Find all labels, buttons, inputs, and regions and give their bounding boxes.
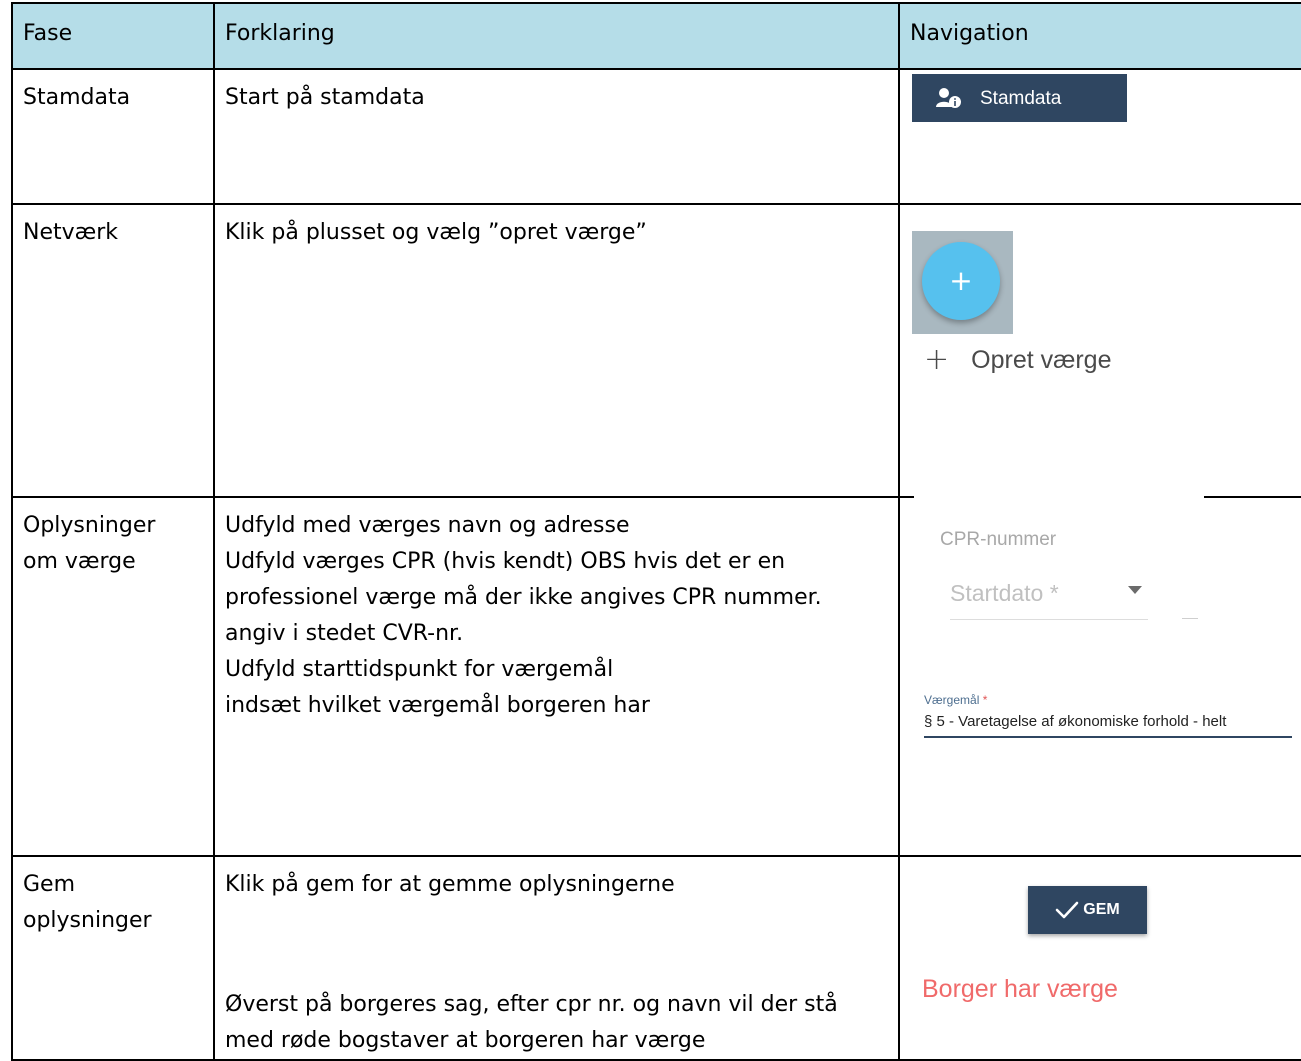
gem-button-label: GEM xyxy=(1083,901,1120,918)
table-row: Gem oplysninger Klik på gem for at gemme… xyxy=(11,855,1301,1061)
fase-line: Oplysninger xyxy=(23,513,156,538)
fase-cell: Netværk xyxy=(11,203,215,498)
check-icon xyxy=(1055,901,1079,919)
header-forklaring: Forklaring xyxy=(213,2,900,70)
required-marker: * xyxy=(982,693,988,707)
forklaring-line: Udfyld med værges navn og adresse xyxy=(225,513,630,538)
navigation-cell: GEM Borger har værge xyxy=(898,855,1301,1061)
forklaring-line: med røde bogstaver at borgeren har værge xyxy=(225,1028,706,1053)
forklaring-line: professionel værge må der ikke angives C… xyxy=(225,585,822,610)
startdato-placeholder: Startdato * xyxy=(950,580,1059,606)
forklaring-line: indsæt hvilket værgemål borgeren har xyxy=(225,693,650,718)
fab-screenshot: + xyxy=(912,231,1013,334)
person-info-icon xyxy=(936,88,961,108)
opret-vaerge-menu-item[interactable]: + Opret værge xyxy=(924,345,1111,375)
stamdata-button-label: Stamdata xyxy=(980,87,1062,109)
forklaring-line: Øverst på borgeres sag, efter cpr nr. og… xyxy=(225,992,838,1017)
chevron-down-icon xyxy=(1128,586,1142,594)
forklaring-line: Start på stamdata xyxy=(225,85,425,110)
fase-line: om værge xyxy=(23,549,136,574)
table-row: Netværk Klik på plusset og vælg ”opret v… xyxy=(11,203,1301,498)
forklaring-cell: Klik på gem for at gemme oplysningerne Ø… xyxy=(213,855,900,1061)
vaergemaal-label-text: Værgemål xyxy=(924,693,980,707)
guide-table: Fase Forklaring Navigation Stamdata Star… xyxy=(11,2,1301,1061)
fase-line: Gem xyxy=(23,872,76,897)
header-row: Fase Forklaring Navigation xyxy=(11,2,1301,70)
forklaring-cell: Klik på plusset og vælg ”opret værge” xyxy=(213,203,900,498)
fase-cell: Oplysninger om værge xyxy=(11,496,215,857)
forklaring-line: Klik på plusset og vælg ”opret værge” xyxy=(225,220,647,245)
header-fase: Fase xyxy=(11,2,215,70)
header-navigation: Navigation xyxy=(898,2,1301,70)
vaergemaal-select[interactable]: § 5 - Varetagelse af økonomiske forhold … xyxy=(924,712,1292,738)
forklaring-line: Udfyld starttidspunkt for værgemål xyxy=(225,657,614,682)
plus-icon: + xyxy=(949,264,973,297)
forklaring-line: Klik på gem for at gemme oplysningerne xyxy=(225,872,675,897)
add-fab-button[interactable]: + xyxy=(922,242,1000,320)
fase-line: oplysninger xyxy=(23,908,152,933)
cpr-field-label: CPR-nummer xyxy=(940,529,1057,550)
vaerge-status-text: Borger har værge xyxy=(922,975,1118,1003)
navigation-cell: Stamdata xyxy=(898,68,1301,205)
navigation-cell: CPR-nummer Startdato * Værgemål * § 5 - … xyxy=(898,494,1301,857)
vaergemaal-field-label: Værgemål * xyxy=(924,694,987,706)
startdato-dropdown[interactable]: Startdato * xyxy=(950,580,1148,620)
table-row: Stamdata Start på stamdata Stamdata xyxy=(11,68,1301,205)
forklaring-line: Udfyld værges CPR (hvis kendt) OBS hvis … xyxy=(225,549,786,574)
divider xyxy=(1182,618,1198,619)
navigation-cell: + + Opret værge xyxy=(898,203,1301,498)
forklaring-line: angiv i stedet CVR-nr. xyxy=(225,621,464,646)
forklaring-cell: Udfyld med værges navn og adresse Udfyld… xyxy=(213,496,900,857)
gem-button[interactable]: GEM xyxy=(1028,886,1147,934)
plus-icon: + xyxy=(924,342,950,377)
forklaring-cell: Start på stamdata xyxy=(213,68,900,205)
fase-cell: Stamdata xyxy=(11,68,215,205)
stamdata-button[interactable]: Stamdata xyxy=(912,74,1127,122)
opret-vaerge-label: Opret værge xyxy=(971,345,1112,374)
fase-cell: Gem oplysninger xyxy=(11,855,215,1061)
table-row: Oplysninger om værge Udfyld med værges n… xyxy=(11,494,1301,857)
